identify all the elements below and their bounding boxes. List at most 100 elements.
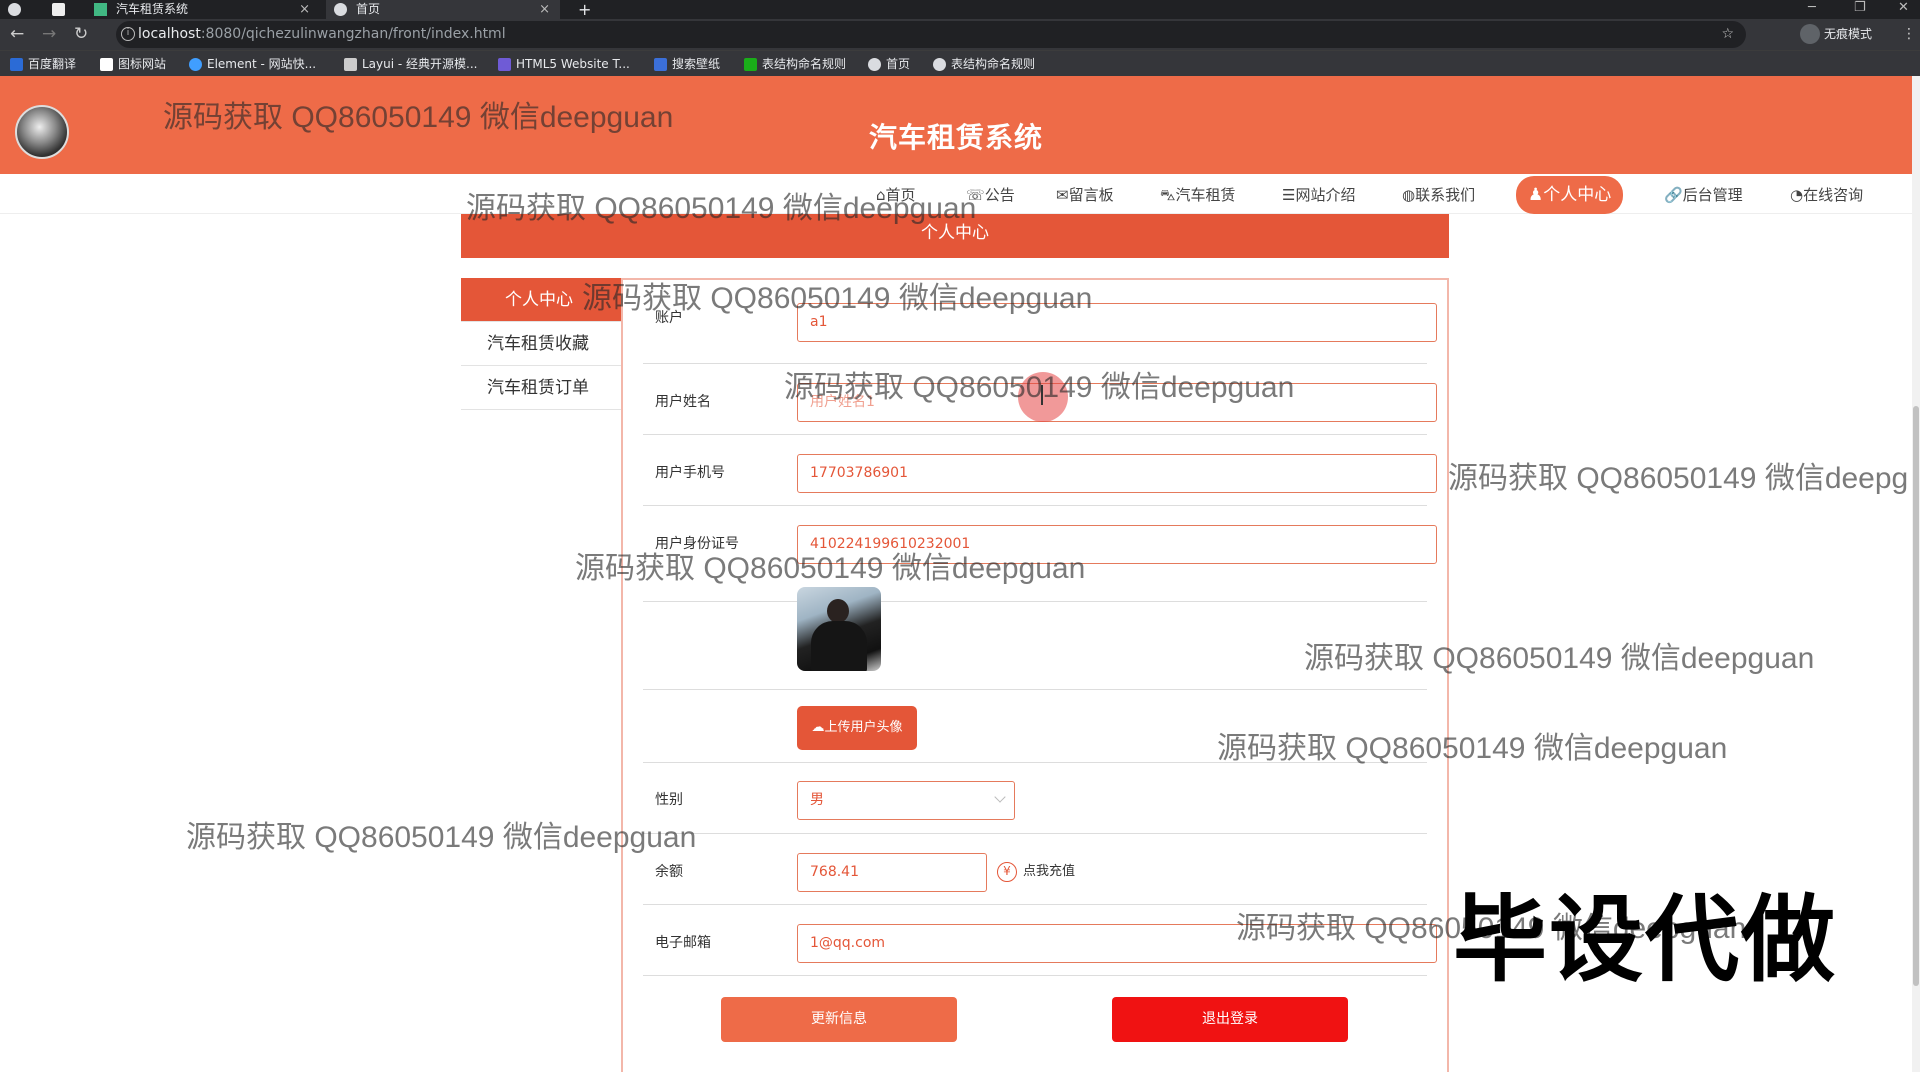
bookmark-icon xyxy=(744,58,757,71)
browser-tab-menu[interactable] xyxy=(0,0,40,19)
phone-input[interactable]: 17703786901 xyxy=(797,454,1437,493)
nav-car-rental[interactable]: ⛍汽车租赁 xyxy=(1160,183,1235,207)
gender-select[interactable]: 男 xyxy=(797,781,1015,820)
bookmark-label: 图标网站 xyxy=(118,57,167,71)
profile-label: 无痕模式 xyxy=(1824,27,1873,41)
email-input[interactable]: 1@qq.com xyxy=(797,924,1437,963)
bookmark-item[interactable]: Layui - 经典开源模... xyxy=(344,55,477,73)
minimize-icon[interactable]: ─ xyxy=(1808,0,1816,16)
nav-personal-center[interactable]: ♟个人中心 xyxy=(1516,176,1624,214)
form-row-avatar xyxy=(643,573,1427,690)
tab-close-icon[interactable]: × xyxy=(299,0,310,19)
bookmark-icon xyxy=(498,58,511,71)
gender-label: 性别 xyxy=(655,792,683,808)
close-window-icon[interactable]: ✕ xyxy=(1898,0,1909,16)
update-info-button[interactable]: 更新信息 xyxy=(721,997,957,1042)
bookmark-item[interactable]: Element - 网站快... xyxy=(189,55,316,73)
nav-site-intro[interactable]: ☰网站介绍 xyxy=(1282,183,1355,207)
bookmark-label: Layui - 经典开源模... xyxy=(362,57,478,71)
browser-tab-system[interactable]: 汽车租赁系统 × xyxy=(86,0,320,19)
bookmark-label: 表结构命名规则 xyxy=(951,57,1036,71)
bookmark-icon xyxy=(189,58,202,71)
new-tab-button[interactable]: + xyxy=(574,0,600,19)
nav-notice[interactable]: ☏公告 xyxy=(966,183,1015,207)
bookmark-item[interactable]: 搜索壁纸 xyxy=(654,55,720,73)
forward-icon[interactable]: → xyxy=(42,24,56,44)
bookmark-item[interactable]: 图标网站 xyxy=(100,55,166,73)
chrome-icon xyxy=(8,3,21,16)
tab-search-button[interactable] xyxy=(44,0,74,19)
bookmark-icon xyxy=(868,58,881,71)
form-row-account: 账户 a1 xyxy=(643,293,1437,364)
browser-tab-bar: 汽车租赁系统 × 首页 × + ─ ❐ ✕ xyxy=(0,0,1920,19)
form-row-phone: 用户手机号 17703786901 xyxy=(643,435,1437,506)
idcard-input[interactable]: 410224199610232001 xyxy=(797,525,1437,564)
browser-tab-home[interactable]: 首页 × xyxy=(326,0,560,19)
site-title: 汽车租赁系统 xyxy=(868,121,1043,154)
balance-label: 余额 xyxy=(655,864,683,880)
bookmark-icon xyxy=(100,58,113,71)
nav-home[interactable]: ⌂首页 xyxy=(876,183,916,207)
site-header: 汽车租赁系统 xyxy=(0,76,1912,174)
bookmark-label: 百度翻译 xyxy=(28,57,77,71)
sidebar-item-orders[interactable]: 汽车租赁订单 xyxy=(461,366,621,410)
bookmark-item[interactable]: 表结构命名规则 xyxy=(744,55,846,73)
watermark-text: 源码获取 QQ86050149 微信deepg xyxy=(1448,462,1909,495)
reload-icon[interactable]: ↻ xyxy=(74,24,88,44)
tab-title: 首页 xyxy=(356,2,381,16)
bookmark-item[interactable]: 首页 xyxy=(868,55,910,73)
bookmark-label: 搜索壁纸 xyxy=(672,57,721,71)
name-input[interactable]: 用户姓名1 xyxy=(797,383,1437,422)
cloud-upload-icon: ☁ xyxy=(811,720,825,735)
nav-online-consult[interactable]: ◔在线咨询 xyxy=(1790,183,1863,207)
tab-close-icon[interactable]: × xyxy=(539,0,550,19)
restore-icon[interactable]: ❐ xyxy=(1854,0,1866,16)
logout-button[interactable]: 退出登录 xyxy=(1112,997,1348,1042)
site-info-icon[interactable]: i xyxy=(121,27,135,41)
bookmark-icon xyxy=(344,58,357,71)
tab-title: 汽车租赁系统 xyxy=(116,2,189,16)
url-path: :8080/qichezulinwangzhan/front/index.htm… xyxy=(200,26,506,42)
back-icon[interactable]: ← xyxy=(10,24,24,44)
account-input[interactable]: a1 xyxy=(797,303,1437,342)
user-avatar xyxy=(797,587,881,671)
url-host: localhost xyxy=(138,26,201,42)
bookmark-item[interactable]: 百度翻译 xyxy=(10,55,76,73)
balance-input[interactable]: 768.41 xyxy=(797,853,987,892)
form-row-email: 电子邮箱 1@qq.com xyxy=(643,905,1437,976)
incognito-profile[interactable]: 无痕模式 xyxy=(1800,24,1872,44)
form-row-gender: 性别 男 xyxy=(643,763,1427,834)
nav-contact[interactable]: ◍联系我们 xyxy=(1402,183,1475,207)
nav-admin[interactable]: 🔗后台管理 xyxy=(1664,183,1743,207)
email-label: 电子邮箱 xyxy=(655,935,711,951)
scrollbar-thumb[interactable] xyxy=(1913,406,1919,986)
upload-label: 上传用户头像 xyxy=(824,720,903,735)
address-bar-row: ← → ↻ i localhost:8080/qichezulinwangzha… xyxy=(0,19,1920,50)
mouse-cursor-highlight xyxy=(1018,372,1068,422)
bookmark-icon xyxy=(654,58,667,71)
bookmark-icon xyxy=(933,58,946,71)
vue-icon xyxy=(94,3,107,16)
form-row-upload: ☁上传用户头像 xyxy=(643,690,1427,763)
avatar-body xyxy=(811,621,867,671)
recharge-link[interactable]: ¥ 点我充值 xyxy=(997,862,1075,882)
globe-icon xyxy=(334,3,347,16)
kebab-menu-icon[interactable]: ⋮ xyxy=(1902,24,1916,44)
bookmark-label: HTML5 Website T... xyxy=(516,57,630,71)
incognito-icon xyxy=(1800,24,1820,44)
star-icon[interactable]: ☆ xyxy=(1721,21,1734,48)
url-input[interactable]: i localhost:8080/qichezulinwangzhan/fron… xyxy=(116,21,1746,48)
bookmark-label: 首页 xyxy=(886,57,911,71)
gender-value: 男 xyxy=(810,792,824,808)
bookmarks-bar: 百度翻译 图标网站 Element - 网站快... Layui - 经典开源模… xyxy=(0,50,1920,76)
page-scrollbar[interactable] xyxy=(1912,76,1920,1072)
bookmark-item[interactable]: 表结构命名规则 xyxy=(933,55,1035,73)
phone-label: 用户手机号 xyxy=(655,465,725,481)
sidebar-item-favorites[interactable]: 汽车租赁收藏 xyxy=(461,322,621,366)
sidebar-item-personal-center[interactable]: 个人中心 xyxy=(461,278,621,322)
upload-avatar-button[interactable]: ☁上传用户头像 xyxy=(797,706,917,750)
nav-message-board[interactable]: ✉留言板 xyxy=(1056,183,1114,207)
recharge-label: 点我充值 xyxy=(1023,864,1076,879)
watermark-text: 源码获取 QQ86050149 微信deepguan xyxy=(186,821,697,854)
bookmark-item[interactable]: HTML5 Website T... xyxy=(498,55,630,73)
